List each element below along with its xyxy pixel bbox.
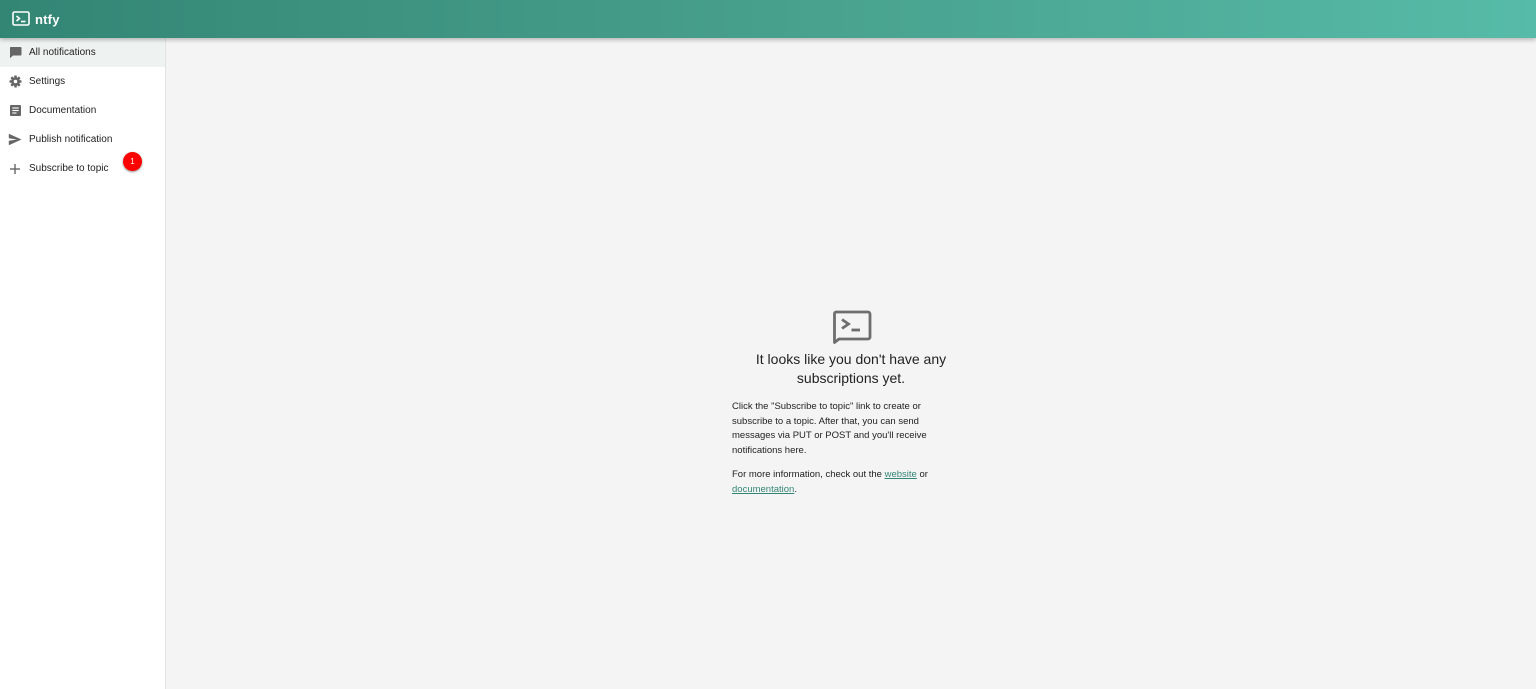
sidebar-item-label: All notifications [29,47,96,58]
empty-state: It looks like you don't have any subscri… [732,310,972,497]
sidebar-item-settings[interactable]: Settings [0,67,165,96]
more-info-text: For more information, check out the webs… [732,468,937,497]
empty-state-description: Click the "Subscribe to topic" link to c… [732,401,927,456]
more-info-prefix: For more information, check out the [732,469,885,480]
website-link[interactable]: website [885,469,917,480]
terminal-chat-icon [832,310,872,344]
sidebar-item-documentation[interactable]: Documentation [0,96,165,125]
more-info-or: or [916,469,928,480]
plus-icon [8,162,22,176]
notification-badge: 1 [123,152,142,171]
sidebar-item-label: Subscribe to topic [29,163,109,174]
ntfy-logo-icon [12,11,30,27]
app-title: ntfy [35,11,60,27]
sidebar-item-all-notifications[interactable]: All notifications [0,38,165,67]
documentation-link[interactable]: documentation [732,484,794,495]
sidebar-item-label: Publish notification [29,134,113,145]
send-icon [8,133,22,147]
more-info-suffix: . [794,483,797,495]
sidebar-item-label: Settings [29,76,66,87]
sidebar-item-label: Documentation [29,105,97,116]
sidebar: All notifications Settings Documentation… [0,38,166,689]
gear-icon [8,75,22,89]
sidebar-item-publish-notification[interactable]: Publish notification [0,125,165,154]
empty-state-title: It looks like you don't have any subscri… [755,351,947,386]
article-icon [8,104,22,118]
chat-icon [8,46,22,60]
app-bar: ntfy [0,0,1536,38]
